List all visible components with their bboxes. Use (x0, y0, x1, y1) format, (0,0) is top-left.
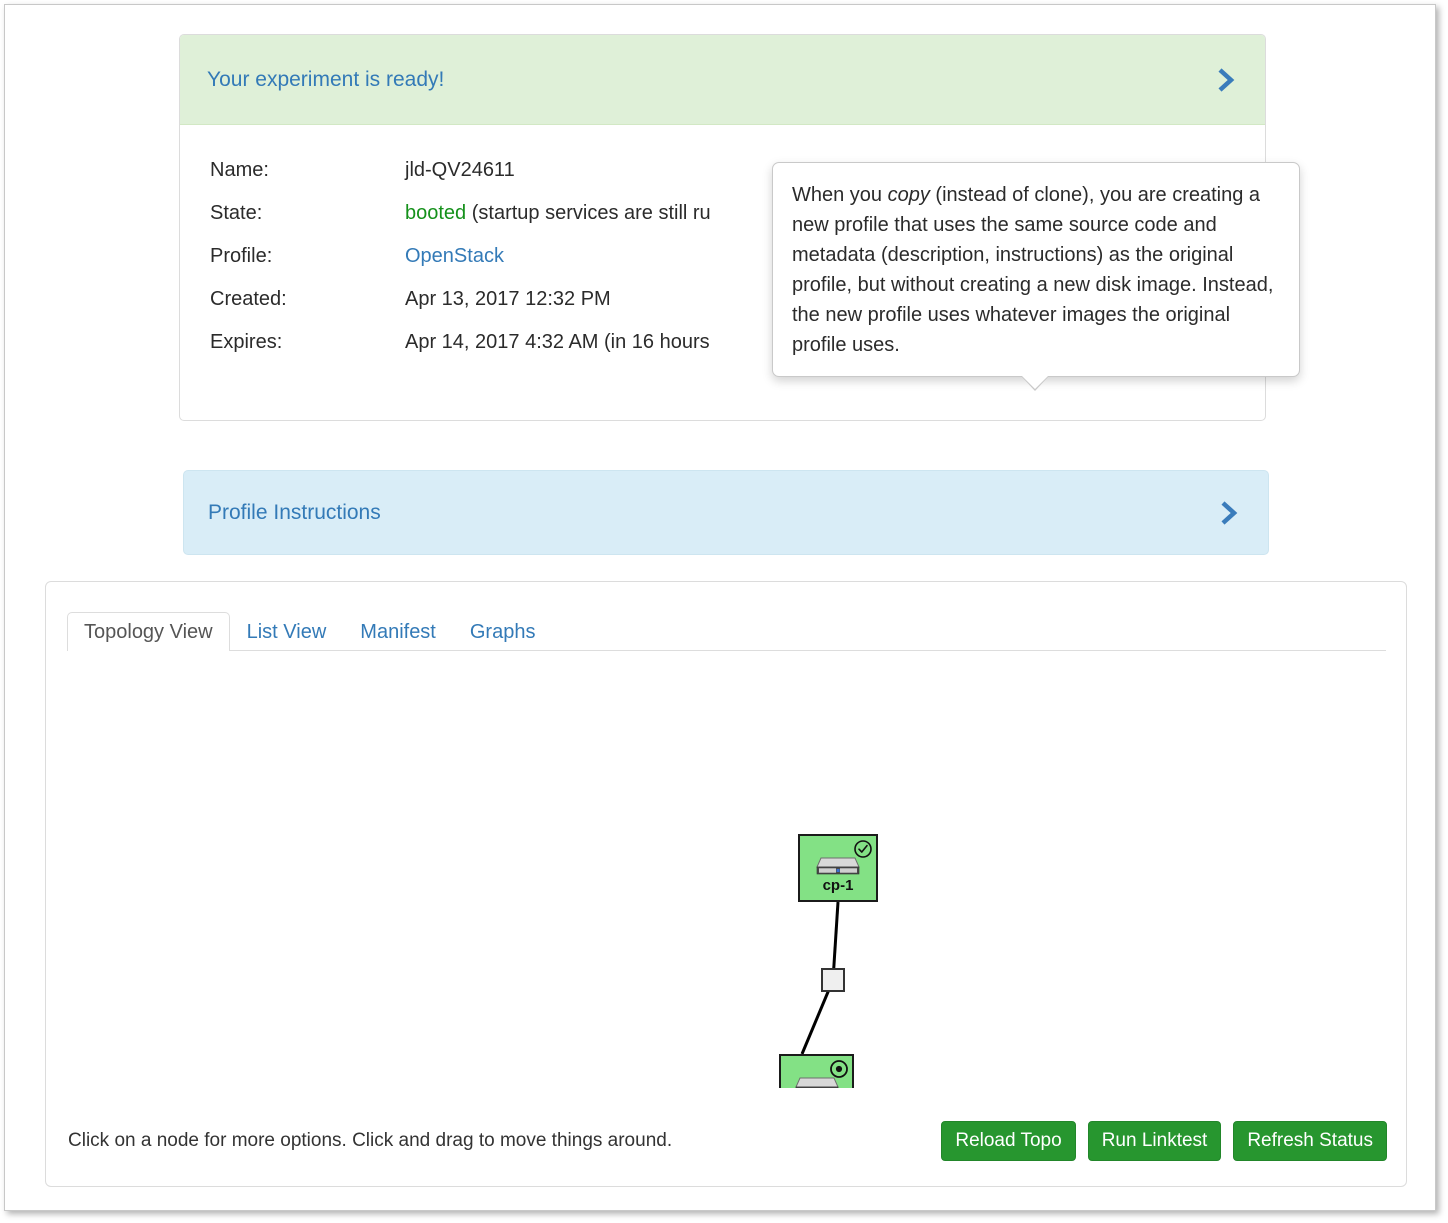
browser-page-frame: Your experiment is ready! Name: jld-QV246… (4, 4, 1436, 1211)
topology-node-ctl[interactable]: ctl (779, 1054, 854, 1088)
detail-value-expires: Apr 14, 2017 4:32 AM (in 16 hours (405, 331, 710, 353)
topology-node-label: cp-1 (822, 877, 854, 894)
detail-row-expires: Expires: Apr 14, 2017 4:32 AM (in 16 hour… (210, 331, 710, 354)
detail-value-created: Apr 13, 2017 12:32 PM (405, 288, 611, 310)
detail-row-name: Name: jld-QV24611 (210, 159, 515, 182)
detail-label-state: State: (210, 202, 263, 224)
detail-row-profile: Profile: OpenStack (210, 245, 504, 268)
tab-manifest[interactable]: Manifest (343, 612, 453, 651)
reload-topo-button[interactable]: Reload Topo (941, 1121, 1076, 1161)
copy-tooltip-text: When you copy (instead of clone), you ar… (792, 180, 1280, 360)
topology-node-cp-1[interactable]: cp-1 (798, 834, 878, 902)
topology-links (800, 901, 840, 1055)
copy-tooltip-text-after: (instead of clone), you are creating a n… (792, 184, 1274, 356)
dot-circle-icon (829, 1059, 849, 1084)
experiment-header-title: Your experiment is ready! (207, 67, 445, 91)
state-value-note: (startup services are still ru (466, 202, 711, 224)
tab-topology-view[interactable]: Topology View (67, 612, 230, 651)
topology-tabs: Topology View List View Manifest Graphs (67, 610, 1386, 651)
copy-tooltip-text-italic: copy (887, 184, 930, 206)
experiment-header[interactable]: Your experiment is ready! (180, 35, 1265, 125)
detail-row-created: Created: Apr 13, 2017 12:32 PM (210, 288, 611, 311)
tab-graphs[interactable]: Graphs (453, 612, 553, 651)
tab-list-view[interactable]: List View (230, 612, 344, 651)
chevron-right-icon[interactable] (1218, 500, 1240, 526)
topology-link-node[interactable] (821, 968, 845, 992)
detail-label-created: Created: (210, 288, 287, 310)
detail-label-profile: Profile: (210, 245, 273, 267)
state-value: booted (405, 202, 467, 224)
check-circle-icon (853, 839, 873, 864)
detail-label-expires: Expires: (210, 331, 283, 353)
detail-value-name: jld-QV24611 (405, 159, 515, 181)
topology-panel: Topology View List View Manifest Graphs (45, 581, 1407, 1187)
detail-label-name: Name: (210, 159, 269, 181)
topology-canvas[interactable]: cp-1 (67, 651, 1386, 1088)
popover-arrow-inner (1021, 375, 1049, 389)
profile-instructions-panel[interactable]: Profile Instructions (183, 470, 1269, 555)
profile-instructions-title: Profile Instructions (208, 500, 381, 524)
chevron-right-icon[interactable] (1215, 67, 1237, 93)
run-linktest-button[interactable]: Run Linktest (1087, 1121, 1222, 1161)
topology-footer-hint: Click on a node for more options. Click … (68, 1130, 673, 1151)
detail-row-state: State: booted (startup services are still… (210, 202, 711, 225)
refresh-status-button[interactable]: Refresh Status (1233, 1121, 1387, 1161)
copy-tooltip-popover: When you copy (instead of clone), you ar… (772, 162, 1300, 391)
profile-link[interactable]: OpenStack (405, 245, 504, 267)
copy-tooltip-text-before: When you (792, 184, 888, 206)
topology-footer-buttons: Reload Topo Run Linktest Refresh Status (941, 1121, 1387, 1161)
